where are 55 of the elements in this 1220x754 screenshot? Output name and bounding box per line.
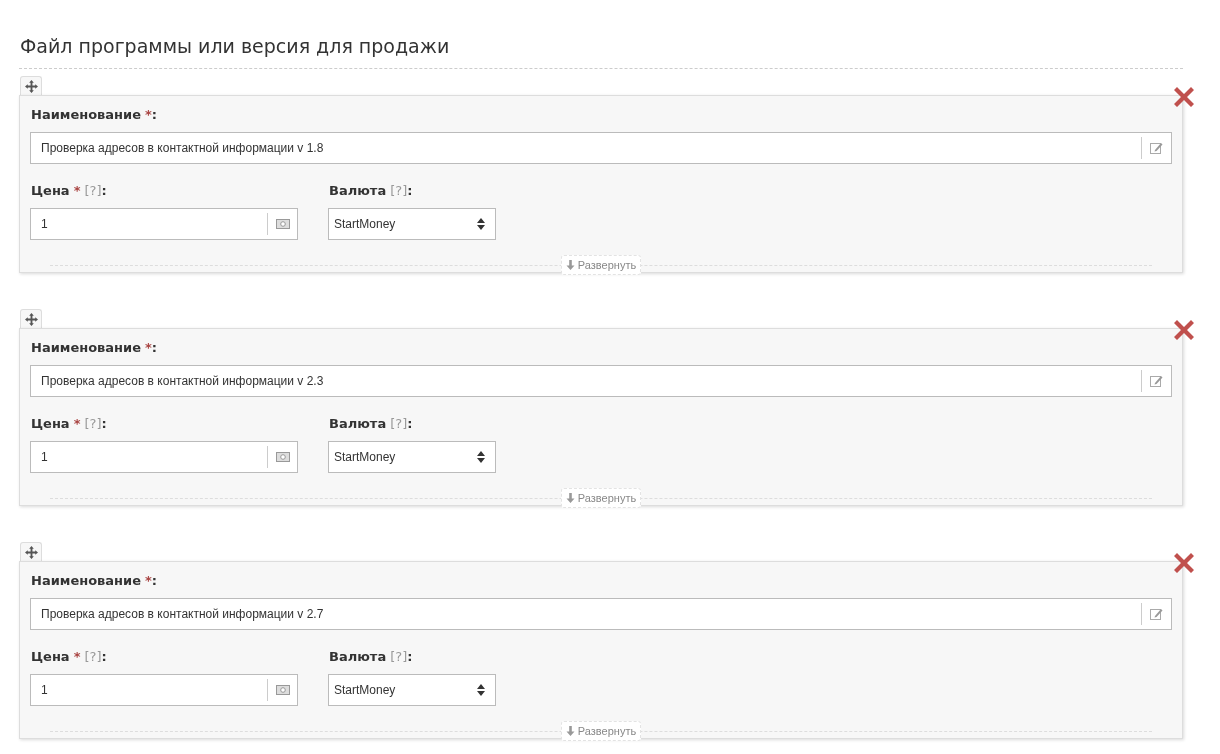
currency-select[interactable]: StartMoney [328, 208, 496, 240]
currency-select[interactable]: StartMoney [328, 441, 496, 473]
section-title: Файл программы или версия для продажи [20, 34, 451, 59]
text-field[interactable]: Проверка адресов в контактной информации v 1.8 [30, 132, 1172, 164]
text-field[interactable]: 1 [30, 674, 298, 706]
field-label: Цена [31, 415, 70, 433]
label-colon: : [151, 106, 158, 124]
cash-icon[interactable] [275, 685, 290, 695]
expand-button[interactable]: Развернуть [560, 255, 642, 275]
field-label: Цена [31, 182, 70, 200]
field-label: Наименование [31, 106, 142, 124]
cash-icon[interactable] [275, 452, 290, 462]
required-mark: * [145, 339, 152, 357]
edit-icon[interactable] [1150, 142, 1163, 154]
close-button[interactable] [1173, 84, 1195, 106]
required-mark: * [73, 415, 81, 433]
text-field[interactable]: 1 [30, 208, 298, 240]
field-label: Наименование [31, 572, 142, 590]
expand-button[interactable]: Развернуть [560, 488, 642, 508]
edit-icon[interactable] [1150, 375, 1163, 387]
label-colon: : [407, 648, 413, 666]
edit-icon[interactable] [1150, 608, 1163, 620]
field-label: Наименование [31, 339, 142, 357]
text-field[interactable]: Проверка адресов в контактной информации v 2.3 [30, 365, 1172, 397]
currency-select[interactable]: StartMoney [328, 674, 496, 706]
label-colon: : [101, 182, 107, 200]
down-arrow-icon [565, 726, 575, 736]
required-mark: * [73, 648, 81, 666]
expand-button[interactable]: Развернуть [560, 721, 642, 741]
move-handle-icon[interactable] [20, 542, 42, 561]
label-colon: : [101, 648, 107, 666]
close-button[interactable] [1173, 317, 1195, 339]
text-field[interactable]: Проверка адресов в контактной информации v 2.7 [30, 598, 1172, 630]
field-label: Валюта [329, 648, 387, 666]
label-colon: : [101, 415, 107, 433]
text-field[interactable]: 1 [30, 441, 298, 473]
field-label: Цена [31, 648, 70, 666]
sort-arrows-icon [477, 684, 485, 696]
label-colon: : [151, 572, 158, 590]
sort-arrows-icon [477, 218, 485, 230]
label-colon: : [407, 415, 413, 433]
move-handle-icon[interactable] [20, 76, 42, 95]
field-label: Валюта [329, 182, 387, 200]
move-handle-icon[interactable] [20, 309, 42, 328]
label-colon: : [151, 339, 158, 357]
label-colon: : [407, 182, 413, 200]
sort-arrows-icon [477, 451, 485, 463]
cash-icon[interactable] [275, 219, 290, 229]
required-mark: * [145, 106, 152, 124]
close-button[interactable] [1173, 550, 1195, 572]
field-label: Валюта [329, 415, 387, 433]
required-mark: * [145, 572, 152, 590]
required-mark: * [73, 182, 81, 200]
down-arrow-icon [565, 493, 575, 503]
down-arrow-icon [565, 260, 575, 270]
